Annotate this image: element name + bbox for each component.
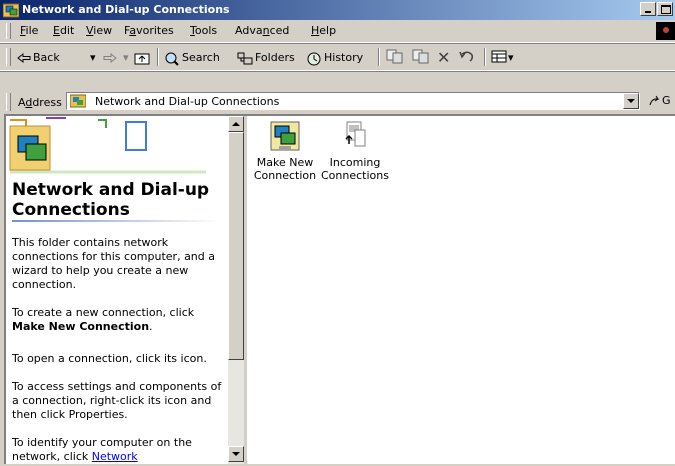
back-dropdown-icon[interactable]: ▾ [90,49,96,66]
views-icon [491,50,507,63]
standard-toolbar: Back ▾ ▾ Search Folders History ✕ ▾ [0,44,675,71]
back-arrow-icon [17,53,31,63]
make-new-connection-icon [270,121,300,151]
toolbar-grip[interactable] [6,48,11,66]
incoming-connections-item[interactable]: Incoming Connections [320,120,390,182]
item-label-line2: Connections [321,169,389,182]
menu-file[interactable]: File [20,23,38,38]
back-button[interactable]: Back [17,49,60,66]
views-dropdown-icon[interactable]: ▾ [508,49,514,66]
delete-icon[interactable]: ✕ [437,49,450,66]
forward-arrow-icon [103,53,117,63]
address-dropdown-button[interactable] [623,93,639,109]
menu-grip[interactable] [6,23,11,39]
maximize-button[interactable] [657,2,673,16]
move-to-icon [386,49,403,64]
undo-button[interactable] [458,49,476,66]
network-folder-icon [70,94,86,108]
incoming-connections-icon [345,121,366,147]
menu-bar: File Edit View Favorites Tools Advanced … [0,20,675,43]
search-icon [165,52,179,66]
menu-favorites[interactable]: Favorites [124,23,174,38]
menu-tools[interactable]: Tools [190,23,217,38]
network-folder-icon [3,3,19,18]
address-bar: Address Network and Dial-up Connections … [0,90,675,114]
pane-description: This folder contains network connections… [12,236,216,291]
title-bar[interactable]: Network and Dial-up Connections [0,0,675,20]
pane-scrollbar[interactable] [228,116,244,464]
item-label-line1: Incoming [329,156,381,169]
pane-title: Network and Dial-up Connections [12,180,210,220]
window-title: Network and Dial-up Connections [22,3,230,16]
copy-to-button[interactable] [412,49,430,66]
history-button[interactable]: History [306,49,363,66]
windows-logo-icon [656,22,675,40]
content-area: Network and Dial-up Connections This fol… [4,114,675,464]
network-banner-icon [9,117,206,174]
toolbar-separator [378,48,380,66]
move-to-button[interactable] [386,49,404,66]
minimize-button[interactable] [640,2,656,16]
scroll-thumb[interactable] [228,132,244,360]
go-button[interactable]: G [648,94,671,107]
item-label-line2: Connection [253,169,317,182]
address-label: Address [18,96,62,109]
item-label-line1: Make New [256,156,314,169]
history-icon [307,52,321,65]
search-button[interactable]: Search [164,49,220,66]
undo-icon [459,51,473,62]
title-divider [12,220,222,222]
folders-icon [237,52,253,65]
forward-dropdown-icon[interactable]: ▾ [123,49,129,66]
pane-open-hint: To open a connection, click its icon. [12,352,207,365]
go-arrow-icon [649,95,660,106]
menu-help[interactable]: Help [311,23,336,38]
menu-view[interactable]: View [86,23,112,38]
pane-create-hint: To create a new connection, click Make N… [12,306,195,333]
pane-divider[interactable] [244,116,247,464]
folders-button[interactable]: Folders [237,49,295,66]
pane-settings-hint: To access settings and components of a c… [12,380,222,421]
up-button[interactable] [134,49,152,66]
web-view-pane: Network and Dial-up Connections This fol… [6,116,228,464]
copy-to-icon [412,49,429,64]
forward-button[interactable] [103,49,119,66]
address-grip[interactable] [6,93,11,111]
up-folder-icon [134,53,150,65]
menu-edit[interactable]: Edit [53,23,74,38]
network-link[interactable]: Network [92,450,138,463]
scroll-down-button[interactable] [228,446,244,462]
toolbar-separator [484,48,486,66]
address-value: Network and Dial-up Connections [95,95,280,108]
address-input[interactable]: Network and Dial-up Connections [66,92,640,110]
toolbar-separator [157,48,159,66]
menu-advanced[interactable]: Advanced [235,23,289,38]
make-new-connection-item[interactable]: Make New Connection [250,120,320,182]
pane-identify-hint: To identify your computer on the network… [12,436,192,463]
scroll-up-button[interactable] [228,116,244,132]
views-button[interactable] [491,49,507,66]
